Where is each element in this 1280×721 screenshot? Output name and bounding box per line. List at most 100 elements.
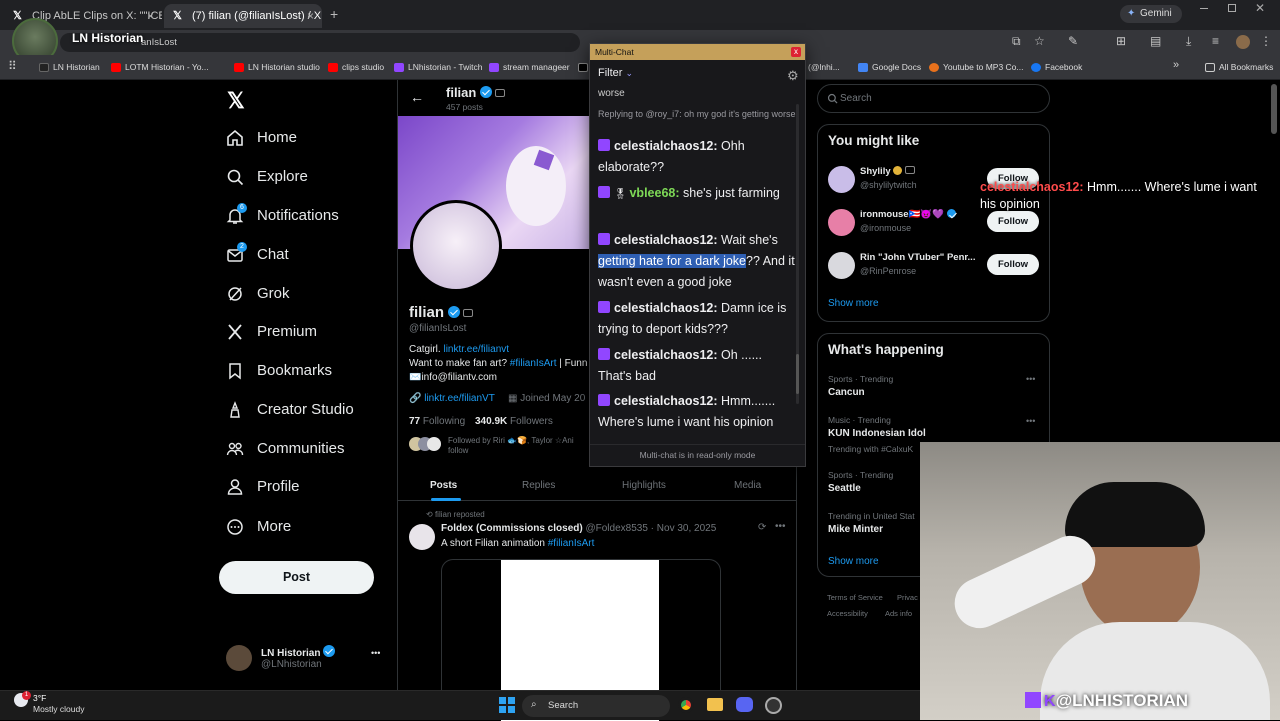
show-more-link[interactable]: Show more: [828, 556, 879, 567]
bookmark-item[interactable]: Facebook: [1031, 60, 1082, 75]
browser-tab-active[interactable]: 𝕏 (7) filian (@filianIsLost) / X ×: [164, 4, 322, 28]
suggested-user-name[interactable]: Shylily: [860, 166, 916, 177]
followers-count[interactable]: 340.9K Followers: [475, 416, 553, 427]
profile-website[interactable]: 🔗 linktr.ee/filianVT: [409, 393, 495, 404]
bookmark-item[interactable]: clips studio: [328, 60, 384, 75]
x-logo-icon: [228, 324, 242, 340]
bookmark-item[interactable]: Google Docs: [858, 60, 921, 75]
tweet-hashtag[interactable]: #filianIsArt: [548, 538, 595, 549]
back-arrow-icon[interactable]: ←: [410, 89, 424, 105]
maximize-icon[interactable]: [1228, 4, 1236, 12]
scrollbar[interactable]: [796, 104, 799, 404]
account-switcher[interactable]: LN Historian @LNhistorian •••: [226, 643, 386, 675]
nav-label: Notifications: [257, 207, 339, 224]
scrollbar-thumb[interactable]: [796, 354, 799, 394]
search-input[interactable]: Search: [817, 84, 1050, 113]
pen-icon[interactable]: ✎: [1068, 34, 1078, 48]
gemini-button[interactable]: ✦ Gemini: [1120, 5, 1182, 23]
chat-message: celestialchaos12: Hmm....... Where's lum…: [598, 394, 776, 429]
bookmark-label: Google Docs: [872, 62, 922, 72]
star-icon[interactable]: ☆: [1034, 34, 1045, 48]
notification-badge: 6: [237, 203, 247, 213]
bio-link[interactable]: linktr.ee/filianvt: [443, 344, 509, 355]
bookmark-item[interactable]: (@lnhi...: [808, 60, 840, 75]
bookmark-item[interactable]: LN Historian: [39, 60, 100, 75]
x-logo-icon[interactable]: 𝕏: [227, 88, 245, 114]
media-icon[interactable]: ≡: [1212, 34, 1219, 48]
bookmark-item[interactable]: Youtube to MP3 Co...: [929, 60, 1024, 75]
following-count[interactable]: 77 Following: [409, 416, 465, 427]
card-title: You might like: [828, 133, 920, 148]
avatar[interactable]: [409, 524, 435, 550]
profile-joined: ▦ Joined May 20: [508, 393, 586, 404]
followed-by-text[interactable]: Followed by Riri 🐟🍞, Taylor ☆Ani: [448, 436, 590, 445]
tab-posts[interactable]: Posts: [430, 480, 457, 491]
close-window-icon[interactable]: ✕: [1255, 1, 1265, 15]
chrome-icon[interactable]: [678, 697, 694, 713]
suggested-user-name[interactable]: Rin "John VTuber" Penr...: [860, 252, 985, 263]
footer-link[interactable]: Accessibility: [827, 609, 868, 618]
close-icon[interactable]: x: [791, 47, 801, 57]
tab-media[interactable]: Media: [734, 480, 761, 491]
filter-dropdown[interactable]: Filter ⌄: [598, 67, 633, 79]
affiliate-badge-icon: [463, 309, 474, 317]
profile-avatar-icon[interactable]: [1236, 35, 1250, 49]
taskbar-search[interactable]: ⌕ Search: [522, 695, 670, 717]
bio-hashtag[interactable]: #filianIsArt: [510, 358, 557, 369]
multichat-titlebar[interactable]: Multi-Chat x: [590, 44, 805, 60]
close-tab-icon[interactable]: ×: [307, 4, 314, 28]
avatar[interactable]: [828, 166, 855, 193]
nav-label: Communities: [257, 440, 345, 457]
trend-title[interactable]: Seattle: [828, 483, 861, 494]
overflow-chevron-icon[interactable]: »: [1173, 59, 1179, 71]
obs-icon[interactable]: [765, 697, 782, 714]
discord-icon[interactable]: [736, 697, 753, 712]
download-icon[interactable]: ⤓: [1186, 34, 1191, 49]
trend-title[interactable]: Mike Minter: [828, 524, 883, 535]
bookmark-item[interactable]: LOTM Historian - Yo...: [111, 60, 209, 75]
follow-button[interactable]: Follow: [987, 211, 1039, 232]
show-more-link[interactable]: Show more: [828, 298, 879, 309]
bookmark-label: Facebook: [1045, 62, 1083, 72]
trend-title[interactable]: Cancun: [828, 387, 865, 398]
follow-button[interactable]: Follow: [987, 254, 1039, 275]
bookmark-item[interactable]: stream manageer: [489, 60, 570, 75]
avatar[interactable]: [828, 252, 855, 279]
all-bookmarks[interactable]: All Bookmarks: [1205, 60, 1273, 75]
menu-kebab-icon[interactable]: ⋮: [1260, 34, 1272, 48]
avatar[interactable]: [828, 209, 855, 236]
tab-replies[interactable]: Replies: [522, 480, 555, 491]
tweet-more-icon[interactable]: •••: [775, 521, 786, 532]
windows-start-icon[interactable]: [499, 697, 515, 713]
minimize-icon[interactable]: [1200, 8, 1208, 9]
trend-more-icon[interactable]: •••: [1026, 374, 1035, 384]
gear-icon[interactable]: ⚙: [787, 68, 799, 84]
new-tab-button[interactable]: +: [330, 6, 338, 22]
multichat-title: Multi-Chat: [595, 47, 634, 57]
trend-title[interactable]: KUN Indonesian Idol: [828, 428, 926, 439]
sidepanel-icon[interactable]: ▤: [1150, 34, 1161, 48]
more-icon[interactable]: •••: [371, 648, 380, 658]
tab-highlights[interactable]: Highlights: [622, 480, 666, 491]
twitch-icon: [598, 139, 610, 151]
suggested-user-name[interactable]: ironmouse🇵🇷😈💜: [860, 209, 956, 220]
profile-avatar[interactable]: [410, 200, 502, 292]
footer-link[interactable]: Terms of Service: [827, 593, 883, 602]
grok-icon[interactable]: ⟳: [758, 522, 766, 533]
footer-link[interactable]: Ads info: [885, 609, 912, 618]
page-scrollbar[interactable]: [1271, 84, 1277, 134]
selected-text: getting hate for a dark joke: [598, 254, 747, 268]
repost-icon: ⟲: [426, 510, 435, 519]
trend-more-icon[interactable]: •••: [1026, 416, 1035, 426]
bookmark-item[interactable]: LNhistorian - Twitch: [394, 60, 482, 75]
apps-grid-icon[interactable]: ⠿: [8, 59, 17, 73]
footer-link[interactable]: Privac: [897, 593, 918, 602]
cast-icon[interactable]: ⧉: [1012, 34, 1021, 49]
bookmark-item[interactable]: LN Historian studio: [234, 60, 320, 75]
followed-by-text: follow: [448, 446, 469, 455]
file-explorer-icon[interactable]: [707, 698, 723, 711]
tab-title: Clip AbLE Clips on X: ""ICE did i: [32, 10, 162, 22]
post-button[interactable]: Post: [219, 561, 374, 594]
close-tab-icon[interactable]: ×: [147, 4, 154, 28]
extensions-icon[interactable]: ⊞: [1116, 34, 1126, 48]
